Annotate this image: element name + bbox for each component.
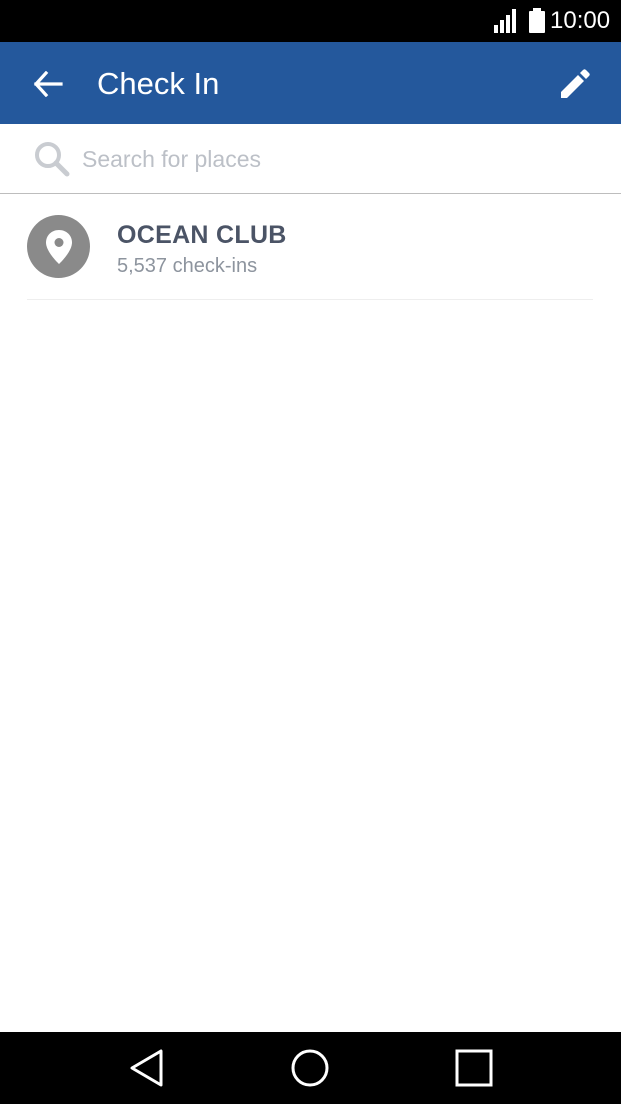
- place-name: OCEAN CLUB: [117, 221, 287, 249]
- search-icon: [35, 142, 70, 177]
- signal-icon: [494, 9, 516, 33]
- map-pin-icon: [45, 229, 72, 264]
- app-bar: Check In: [0, 42, 621, 124]
- status-time: 10:00: [550, 7, 611, 34]
- pencil-icon: [561, 69, 590, 98]
- back-button[interactable]: [28, 64, 68, 104]
- place-checkins: 5,537 check-ins: [117, 255, 258, 277]
- triangle-back-icon: [130, 1049, 163, 1087]
- search-input[interactable]: [82, 142, 582, 176]
- page-title: Check In: [97, 66, 220, 101]
- place-avatar: [27, 215, 90, 278]
- circle-home-icon: [291, 1049, 329, 1087]
- nav-back-button[interactable]: [122, 1046, 170, 1090]
- battery-icon: [529, 8, 545, 33]
- nav-recents-button[interactable]: [450, 1046, 498, 1090]
- list-item[interactable]: OCEAN CLUB 5,537 check-ins: [0, 194, 621, 300]
- status-bar: 10:00: [0, 0, 621, 42]
- search-bar: [0, 124, 621, 194]
- nav-home-button[interactable]: [286, 1046, 334, 1090]
- list-divider: [27, 299, 593, 300]
- edit-button[interactable]: [553, 62, 597, 106]
- square-recents-icon: [455, 1049, 493, 1087]
- arrow-left-icon: [33, 71, 63, 97]
- navigation-bar: [0, 1032, 621, 1104]
